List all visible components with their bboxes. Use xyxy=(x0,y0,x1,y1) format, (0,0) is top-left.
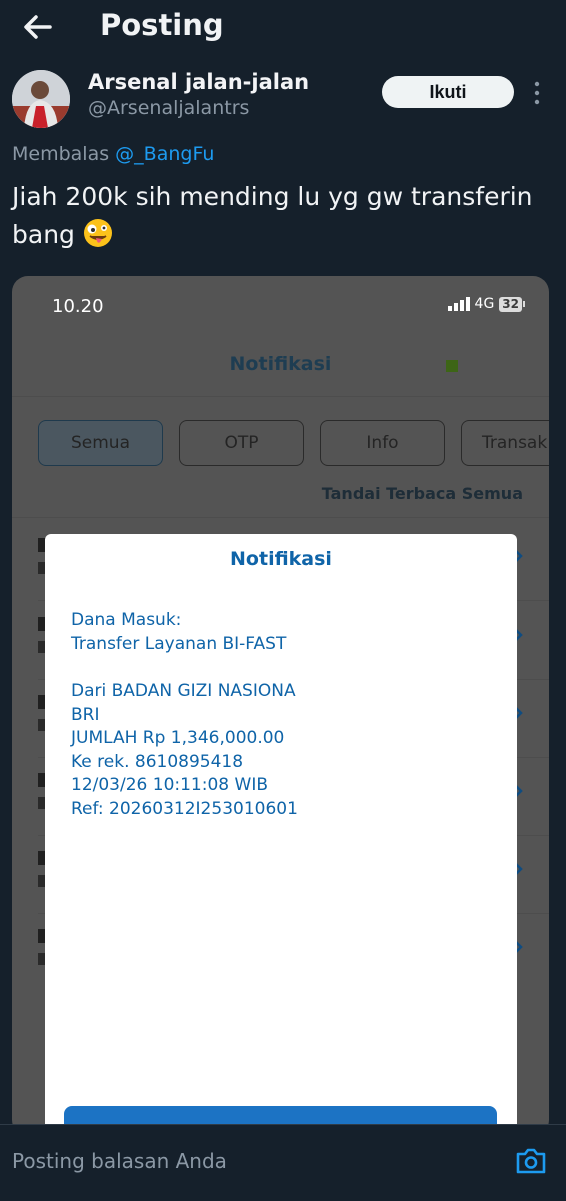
battery-level: 32 xyxy=(499,296,522,312)
mark-all-read-link[interactable]: Tandai Terbaca Semua xyxy=(322,484,523,503)
tab-otp[interactable]: OTP xyxy=(179,420,304,466)
more-options-icon[interactable] xyxy=(528,80,546,106)
top-bar: Posting xyxy=(0,0,566,56)
reply-bar xyxy=(0,1124,566,1201)
phone-status-bar: 4G 32 xyxy=(447,296,525,312)
modal-line: Dari BADAN GIZI NASIONA xyxy=(71,681,296,701)
phone-time: 10.20 xyxy=(52,296,104,317)
tab-info[interactable]: Info xyxy=(320,420,445,466)
reply-input[interactable] xyxy=(12,1149,482,1173)
tab-semua[interactable]: Semua xyxy=(38,420,163,466)
notifications-screen-title: Notifikasi xyxy=(229,353,332,375)
status-square xyxy=(446,360,458,372)
avatar[interactable] xyxy=(12,70,70,128)
reply-mention-link[interactable]: @_BangFu xyxy=(115,143,214,165)
author-handle[interactable]: @Arsenaljalantrs xyxy=(88,97,249,119)
modal-line: JUMLAH Rp 1,346,000.00 xyxy=(71,728,285,748)
signal-icon xyxy=(447,297,470,311)
tweet-text-line2: bang xyxy=(12,220,75,249)
modal-line: 12/03/26 10:11:08 WIB xyxy=(71,775,268,795)
page-title: Posting xyxy=(100,8,224,42)
avatar-photo xyxy=(12,70,70,128)
attached-screenshot[interactable]: 10.20 4G 32 Notifikasi Semua OTP Info Tr… xyxy=(12,276,549,1136)
zany-face-emoji-icon xyxy=(83,219,112,247)
divider xyxy=(12,517,549,518)
notification-modal: Notifikasi Dana Masuk: Transfer Layanan … xyxy=(45,534,517,1136)
tweet-text-line1: Jiah 200k sih mending lu yg gw transferi… xyxy=(12,182,533,211)
author-name[interactable]: Arsenal jalan-jalan xyxy=(88,70,309,94)
network-type: 4G xyxy=(474,296,495,312)
modal-line: Ref: 20260312I253010601 xyxy=(71,798,298,819)
modal-line: Transfer Layanan BI-FAST xyxy=(71,633,287,654)
modal-title: Notifikasi xyxy=(230,548,332,570)
modal-line: BRI xyxy=(71,704,100,725)
replying-to: Membalas @_BangFu xyxy=(12,143,214,165)
back-arrow-icon[interactable] xyxy=(18,10,58,44)
camera-icon[interactable] xyxy=(514,1145,548,1177)
modal-body: Dana Masuk: Transfer Layanan BI-FAST Dar… xyxy=(71,609,298,821)
battery-icon: 32 xyxy=(499,296,525,312)
follow-button[interactable]: Ikuti xyxy=(382,76,514,108)
tweet-text: Jiah 200k sih mending lu yg gw transferi… xyxy=(12,178,552,254)
replying-to-label: Membalas xyxy=(12,143,110,165)
modal-line: Dana Masuk: xyxy=(71,610,182,630)
modal-line: Ke rek. 8610895418 xyxy=(71,751,244,772)
divider xyxy=(12,396,549,397)
tab-transaksi[interactable]: Transak xyxy=(461,420,549,466)
